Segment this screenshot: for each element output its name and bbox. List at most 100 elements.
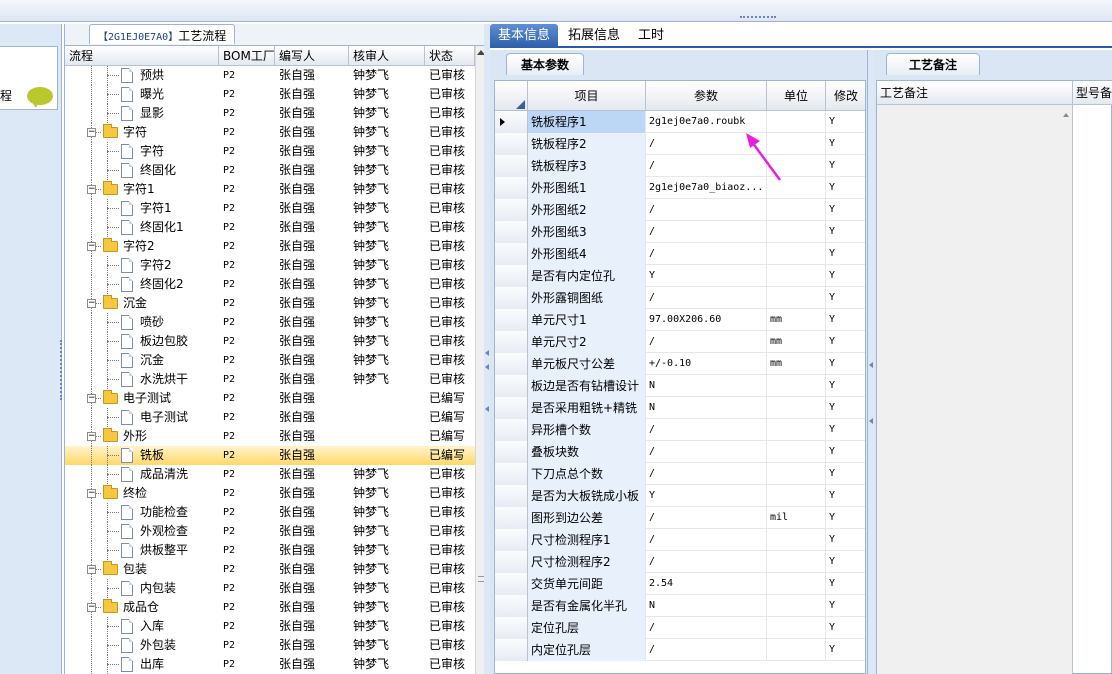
table-row[interactable]: 是否有内定位孔 Y Y — [495, 265, 865, 287]
param-modify-cell[interactable]: Y — [826, 243, 865, 265]
table-row[interactable]: 铣板程序1 2g1ej0e7a0.roubk Y — [495, 111, 865, 133]
param-modify-cell[interactable]: Y — [826, 485, 865, 507]
row-selector[interactable] — [495, 111, 528, 133]
row-selector[interactable] — [495, 463, 528, 485]
param-value-cell[interactable]: 97.00X206.60 — [646, 309, 767, 331]
row-selector[interactable] — [495, 133, 528, 155]
param-unit-cell[interactable] — [767, 221, 826, 243]
table-row[interactable]: 终固化2 P2 张自强 钟梦飞 已审核 — [65, 275, 475, 294]
row-selector[interactable] — [495, 507, 528, 529]
table-row[interactable]: 字符2 P2 张自强 钟梦飞 已审核 — [65, 256, 475, 275]
row-selector[interactable] — [495, 199, 528, 221]
param-modify-cell[interactable]: Y — [826, 551, 865, 573]
param-value-cell[interactable]: / — [646, 463, 767, 485]
param-unit-cell[interactable] — [767, 639, 826, 661]
table-row[interactable]: 内定位孔层 / Y — [495, 639, 865, 661]
nav-card[interactable]: 程 — [0, 46, 58, 110]
table-row[interactable]: − 电子测试 P2 张自强 已编写 — [65, 389, 475, 408]
table-row[interactable]: 是否为大板铣成小板 Y Y — [495, 485, 865, 507]
table-row[interactable]: 沉金 P2 张自强 钟梦飞 已审核 — [65, 351, 475, 370]
param-modify-cell[interactable]: Y — [826, 397, 865, 419]
row-selector[interactable] — [495, 287, 528, 309]
param-value-cell[interactable]: N — [646, 375, 767, 397]
table-row[interactable]: 板边是否有钻槽设计 N Y — [495, 375, 865, 397]
table-row[interactable]: 定位孔层 / Y — [495, 617, 865, 639]
row-selector[interactable] — [495, 419, 528, 441]
collapse-toggle-icon[interactable]: − — [87, 394, 96, 403]
table-row[interactable]: − 外形 P2 张自强 已编写 — [65, 427, 475, 446]
table-row[interactable]: 终固化 P2 张自强 钟梦飞 已审核 — [65, 161, 475, 180]
table-row[interactable]: 水洗烘干 P2 张自强 钟梦飞 已审核 — [65, 370, 475, 389]
table-row[interactable]: 板边包胶 P2 张自强 钟梦飞 已审核 — [65, 332, 475, 351]
row-selector[interactable] — [495, 551, 528, 573]
table-row[interactable]: 入库 P2 张自强 钟梦飞 已审核 — [65, 617, 475, 636]
param-unit-cell[interactable]: mil — [767, 507, 826, 529]
param-unit-cell[interactable] — [767, 199, 826, 221]
collapse-toggle-icon[interactable]: − — [87, 242, 96, 251]
table-row[interactable]: 出库 P2 张自强 钟梦飞 已审核 — [65, 655, 475, 674]
row-selector[interactable] — [495, 639, 528, 661]
table-row[interactable]: 外形露铜图纸 / Y — [495, 287, 865, 309]
param-value-cell[interactable]: / — [646, 221, 767, 243]
param-modify-cell[interactable]: Y — [826, 595, 865, 617]
param-unit-cell[interactable]: mm — [767, 353, 826, 375]
param-value-cell[interactable]: / — [646, 199, 767, 221]
table-row[interactable]: 单元尺寸1 97.00X206.60 mm Y — [495, 309, 865, 331]
collapse-left-icon[interactable] — [485, 406, 489, 412]
param-value-cell[interactable]: / — [646, 507, 767, 529]
param-unit-cell[interactable] — [767, 419, 826, 441]
param-modify-cell[interactable]: Y — [826, 199, 865, 221]
row-selector-header[interactable] — [495, 81, 528, 111]
notes-list[interactable] — [877, 105, 1073, 674]
param-unit-cell[interactable] — [767, 287, 826, 309]
row-selector[interactable] — [495, 243, 528, 265]
param-modify-cell[interactable]: Y — [826, 573, 865, 595]
param-modify-cell[interactable]: Y — [826, 265, 865, 287]
row-selector[interactable] — [495, 485, 528, 507]
param-modify-cell[interactable]: Y — [826, 529, 865, 551]
param-modify-cell[interactable]: Y — [826, 111, 865, 133]
chat-bubble-icon[interactable] — [27, 87, 53, 108]
param-unit-cell[interactable] — [767, 375, 826, 397]
collapse-toggle-icon[interactable]: − — [87, 565, 96, 574]
collapse-left-icon[interactable] — [485, 364, 489, 370]
table-row[interactable]: 喷砂 P2 张自强 钟梦飞 已审核 — [65, 313, 475, 332]
param-value-cell[interactable]: / — [646, 639, 767, 661]
param-value-cell[interactable]: / — [646, 243, 767, 265]
param-value-cell[interactable]: +/-0.10 — [646, 353, 767, 375]
table-row[interactable]: 外形图纸4/ Y — [495, 243, 865, 265]
param-modify-cell[interactable]: Y — [826, 639, 865, 661]
column-header-param[interactable]: 参数 — [646, 81, 767, 111]
table-row[interactable]: 内包装 P2 张自强 钟梦飞 已审核 — [65, 579, 475, 598]
row-selector[interactable] — [495, 155, 528, 177]
tab-process-flow[interactable]: 【2G1EJ0E7A0】工艺流程 — [89, 24, 236, 44]
row-selector[interactable] — [495, 353, 528, 375]
table-row[interactable]: − 字符2 P2 张自强 钟梦飞 已审核 — [65, 237, 475, 256]
column-header-notes[interactable]: 工艺备注 — [877, 81, 1073, 105]
param-modify-cell[interactable]: Y — [826, 177, 865, 199]
table-row[interactable]: 单元尺寸2/mm Y — [495, 331, 865, 353]
param-value-cell[interactable]: / — [646, 419, 767, 441]
param-unit-cell[interactable] — [767, 463, 826, 485]
column-header-model-notes[interactable]: 型号备 — [1073, 81, 1112, 105]
param-value-cell[interactable]: 2.54 — [646, 573, 767, 595]
table-row[interactable]: 烘板整平 P2 张自强 钟梦飞 已审核 — [65, 541, 475, 560]
tab-extended-info[interactable]: 拓展信息 — [560, 24, 628, 48]
param-unit-cell[interactable] — [767, 397, 826, 419]
param-unit-cell[interactable]: mm — [767, 309, 826, 331]
param-value-cell[interactable]: N — [646, 595, 767, 617]
table-row[interactable]: 成品清洗 P2 张自强 钟梦飞 已审核 — [65, 465, 475, 484]
table-row[interactable]: − 字符 P2 张自强 钟梦飞 已审核 — [65, 123, 475, 142]
table-row[interactable]: 图形到边公差 / mil Y — [495, 507, 865, 529]
table-row[interactable]: 铣板 P2 张自强 已编写 — [65, 446, 475, 465]
param-modify-cell[interactable]: Y — [826, 155, 865, 177]
drag-handle[interactable] — [740, 16, 776, 22]
param-value-cell[interactable]: Y — [646, 265, 767, 287]
param-unit-cell[interactable] — [767, 573, 826, 595]
row-selector[interactable] — [495, 529, 528, 551]
param-modify-cell[interactable]: Y — [826, 287, 865, 309]
param-unit-cell[interactable] — [767, 529, 826, 551]
param-modify-cell[interactable]: Y — [826, 463, 865, 485]
table-row[interactable]: 尺寸检测程序2/ Y — [495, 551, 865, 573]
row-selector[interactable] — [495, 595, 528, 617]
